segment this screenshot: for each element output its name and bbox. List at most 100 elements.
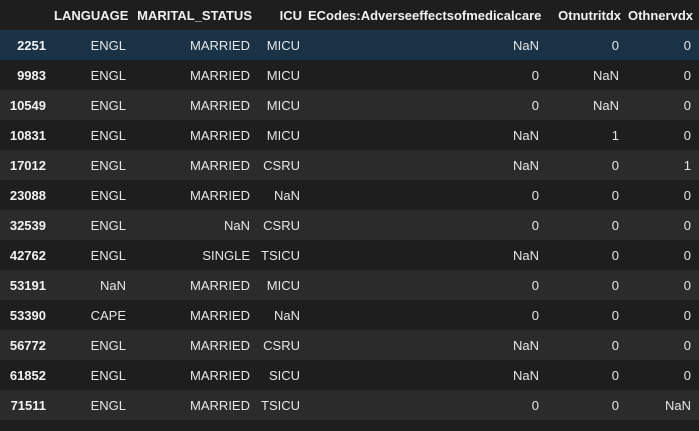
cell-othnervdx: 0 xyxy=(683,337,691,353)
cell-ecodes: 0 xyxy=(531,397,539,413)
cell-ecodes: NaN xyxy=(512,337,539,353)
cell-ecodes: 0 xyxy=(531,217,539,233)
row-index: 61852 xyxy=(9,367,46,383)
table-row[interactable]: 17012 ENGL MARRIED CSRU NaN 0 1 xyxy=(0,150,699,180)
table-row[interactable]: 53191 NaN MARRIED MICU 0 0 0 xyxy=(0,270,699,300)
cell-otnutritdx: 0 xyxy=(611,37,619,53)
table-row[interactable]: 9983 ENGL MARRIED MICU 0 NaN 0 xyxy=(0,60,699,90)
row-index: 23088 xyxy=(9,187,46,203)
table-row[interactable]: 56772 ENGL MARRIED CSRU NaN 0 0 xyxy=(0,330,699,360)
header-ecodes: ECodes:Adverseeffectsofmedicalcare xyxy=(308,0,547,30)
cell-marital-status: MARRIED xyxy=(190,337,250,353)
cell-othnervdx: 0 xyxy=(683,247,691,263)
cell-marital-status: MARRIED xyxy=(190,97,250,113)
cell-othnervdx: 0 xyxy=(683,367,691,383)
header-marital-status: MARITAL_STATUS xyxy=(134,0,258,30)
cell-marital-status: MARRIED xyxy=(190,157,250,173)
cell-icu: MICU xyxy=(266,127,300,143)
table-header: LANGUAGE MARITAL_STATUS ICU ECodes:Adver… xyxy=(0,0,699,30)
cell-icu: CSRU xyxy=(263,157,300,173)
cell-marital-status: MARRIED xyxy=(190,187,250,203)
cell-icu: MICU xyxy=(266,37,300,53)
cell-othnervdx: 0 xyxy=(683,307,691,323)
table-row[interactable]: 42762 ENGL SINGLE TSICU NaN 0 0 xyxy=(0,240,699,270)
table-row[interactable]: 23088 ENGL MARRIED NaN 0 0 0 xyxy=(0,180,699,210)
cell-ecodes: 0 xyxy=(531,97,539,113)
header-language: LANGUAGE xyxy=(54,0,134,30)
cell-language: ENGL xyxy=(90,367,126,383)
header-icu: ICU xyxy=(258,0,308,30)
cell-otnutritdx: 0 xyxy=(611,157,619,173)
cell-language: ENGL xyxy=(90,217,126,233)
cell-marital-status: NaN xyxy=(223,217,250,233)
table-row[interactable]: 61852 ENGL MARRIED SICU NaN 0 0 xyxy=(0,360,699,390)
cell-language: CAPE xyxy=(90,307,126,323)
cell-icu: TSICU xyxy=(261,247,300,263)
cell-ecodes: NaN xyxy=(512,157,539,173)
cell-marital-status: MARRIED xyxy=(190,127,250,143)
cell-ecodes: 0 xyxy=(531,277,539,293)
cell-icu: MICU xyxy=(266,277,300,293)
cell-ecodes: 0 xyxy=(531,307,539,323)
row-index: 10549 xyxy=(9,97,46,113)
row-index: 32539 xyxy=(9,217,46,233)
cell-otnutritdx: 0 xyxy=(611,277,619,293)
cell-otnutritdx: 0 xyxy=(611,247,619,263)
cell-othnervdx: 0 xyxy=(683,217,691,233)
header-row: LANGUAGE MARITAL_STATUS ICU ECodes:Adver… xyxy=(0,0,699,30)
cell-language: ENGL xyxy=(90,67,126,83)
cell-otnutritdx: 0 xyxy=(611,367,619,383)
cell-icu: MICU xyxy=(266,97,300,113)
cell-otnutritdx: 0 xyxy=(611,307,619,323)
row-index: 53390 xyxy=(9,307,46,323)
cell-marital-status: MARRIED xyxy=(190,277,250,293)
cell-otnutritdx: 0 xyxy=(611,397,619,413)
cell-language: ENGL xyxy=(90,157,126,173)
header-otnutritdx: Otnutritdx xyxy=(547,0,627,30)
cell-othnervdx: NaN xyxy=(664,397,691,413)
row-index: 17012 xyxy=(9,157,46,173)
table-row[interactable]: 53390 CAPE MARRIED NaN 0 0 0 xyxy=(0,300,699,330)
cell-othnervdx: 0 xyxy=(683,187,691,203)
cell-othnervdx: 0 xyxy=(683,37,691,53)
cell-othnervdx: 0 xyxy=(683,127,691,143)
cell-marital-status: SINGLE xyxy=(202,247,250,263)
cell-otnutritdx: 0 xyxy=(611,217,619,233)
row-index: 71511 xyxy=(10,397,46,413)
cell-otnutritdx: NaN xyxy=(592,97,619,113)
cell-ecodes: 0 xyxy=(531,67,539,83)
cell-marital-status: MARRIED xyxy=(190,307,250,323)
cell-otnutritdx: 1 xyxy=(611,127,619,143)
cell-othnervdx: 0 xyxy=(683,97,691,113)
cell-ecodes: 0 xyxy=(531,187,539,203)
table-row[interactable]: 10549 ENGL MARRIED MICU 0 NaN 0 xyxy=(0,90,699,120)
table-row[interactable]: 2251 ENGL MARRIED MICU NaN 0 0 xyxy=(0,30,699,60)
cell-language: NaN xyxy=(99,277,126,293)
table-row[interactable]: 32539 ENGL NaN CSRU 0 0 0 xyxy=(0,210,699,240)
row-index: 42762 xyxy=(9,247,46,263)
cell-othnervdx: 1 xyxy=(683,157,691,173)
cell-icu: MICU xyxy=(266,67,300,83)
cell-language: ENGL xyxy=(90,337,126,353)
cell-language: ENGL xyxy=(90,397,126,413)
cell-marital-status: MARRIED xyxy=(190,367,250,383)
cell-marital-status: MARRIED xyxy=(190,67,250,83)
cell-language: ENGL xyxy=(90,37,126,53)
row-index: 56772 xyxy=(9,337,46,353)
dataframe-output: LANGUAGE MARITAL_STATUS ICU ECodes:Adver… xyxy=(0,0,699,431)
cell-language: ENGL xyxy=(90,127,126,143)
cell-otnutritdx: 0 xyxy=(611,337,619,353)
header-othnervdx: Othnervdx xyxy=(627,0,699,30)
table-row[interactable]: 71511 ENGL MARRIED TSICU 0 0 NaN xyxy=(0,390,699,420)
cell-othnervdx: 0 xyxy=(683,67,691,83)
dataframe-table: LANGUAGE MARITAL_STATUS ICU ECodes:Adver… xyxy=(0,0,699,420)
cell-language: ENGL xyxy=(90,97,126,113)
cell-icu: NaN xyxy=(273,307,300,323)
row-index: 10831 xyxy=(9,127,46,143)
cell-ecodes: NaN xyxy=(512,367,539,383)
table-body: 2251 ENGL MARRIED MICU NaN 0 0 9983 ENGL MARRIED M… xyxy=(0,30,699,420)
header-index xyxy=(0,0,54,30)
cell-otnutritdx: NaN xyxy=(592,67,619,83)
cell-language: ENGL xyxy=(90,247,126,263)
table-row[interactable]: 10831 ENGL MARRIED MICU NaN 1 0 xyxy=(0,120,699,150)
